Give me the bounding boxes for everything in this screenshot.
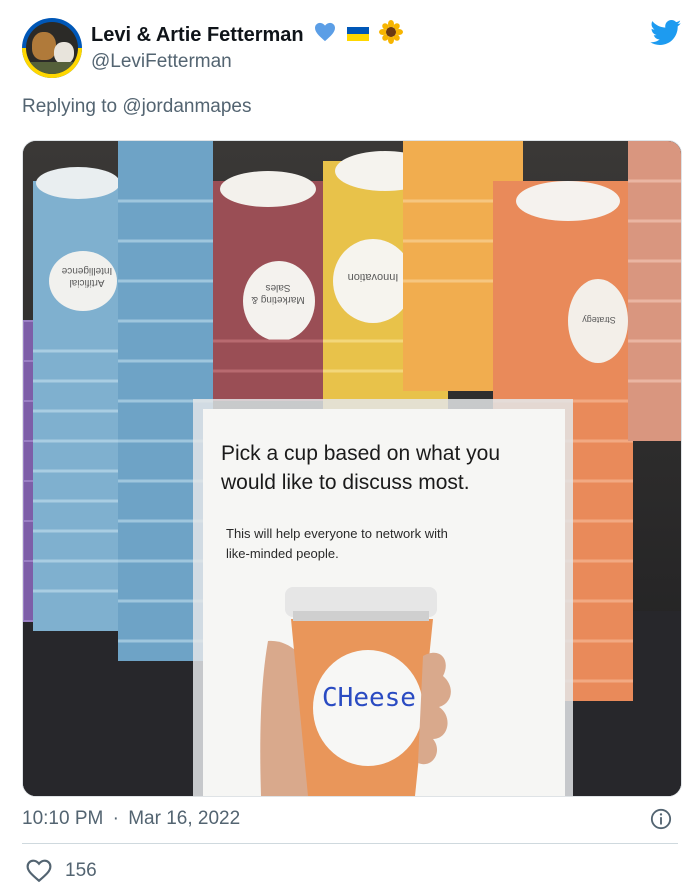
author-handle[interactable]: @LeviFetterman <box>91 49 403 75</box>
sign-cup-word: CHeese <box>322 683 416 713</box>
ukraine-flag-icon <box>346 26 369 42</box>
sign-headline: Pick a cup based on what you would like … <box>221 442 501 494</box>
tweet-time: 10:10 PM <box>22 808 104 829</box>
tweet-header: Levi & Artie Fetterman @LeviFetterman <box>22 18 682 80</box>
twitter-bird-icon[interactable] <box>650 20 682 51</box>
divider <box>22 843 678 844</box>
timestamp-separator: · <box>112 808 119 829</box>
blue-heart-icon <box>314 22 336 47</box>
replying-to-line: Replying to @jordanmapes <box>22 96 251 118</box>
tweet-date: Mar 16, 2022 <box>128 808 241 829</box>
cup-label-ai: Artificial Intelligence <box>61 265 113 288</box>
tweet-timestamp[interactable]: 10:10 PM · Mar 16, 2022 <box>22 807 240 831</box>
info-icon[interactable] <box>650 808 672 835</box>
tweet-photo[interactable]: Artificial Intelligence Marketing & Sale… <box>22 140 682 797</box>
heart-icon[interactable] <box>26 859 52 888</box>
author-display-name[interactable]: Levi & Artie Fetterman <box>91 21 304 49</box>
like-count: 156 <box>65 860 97 881</box>
sunflower-icon <box>379 20 404 49</box>
replying-prefix: Replying to <box>22 96 118 117</box>
sign-subtext: This will help everyone to network with … <box>226 526 448 561</box>
replying-mention-link[interactable]: @jordanmapes <box>122 96 251 117</box>
avatar[interactable] <box>22 18 82 78</box>
cup-label-marketing: Marketing & Sales <box>251 282 305 305</box>
cup-label-strategy: Strategy <box>582 315 616 325</box>
author-names: Levi & Artie Fetterman @LeviFetterman <box>91 20 404 75</box>
tweet-card: Levi & Artie Fetterman @LeviFetterman Re… <box>0 0 700 895</box>
cup-label-innovation: Innovation <box>347 271 399 283</box>
